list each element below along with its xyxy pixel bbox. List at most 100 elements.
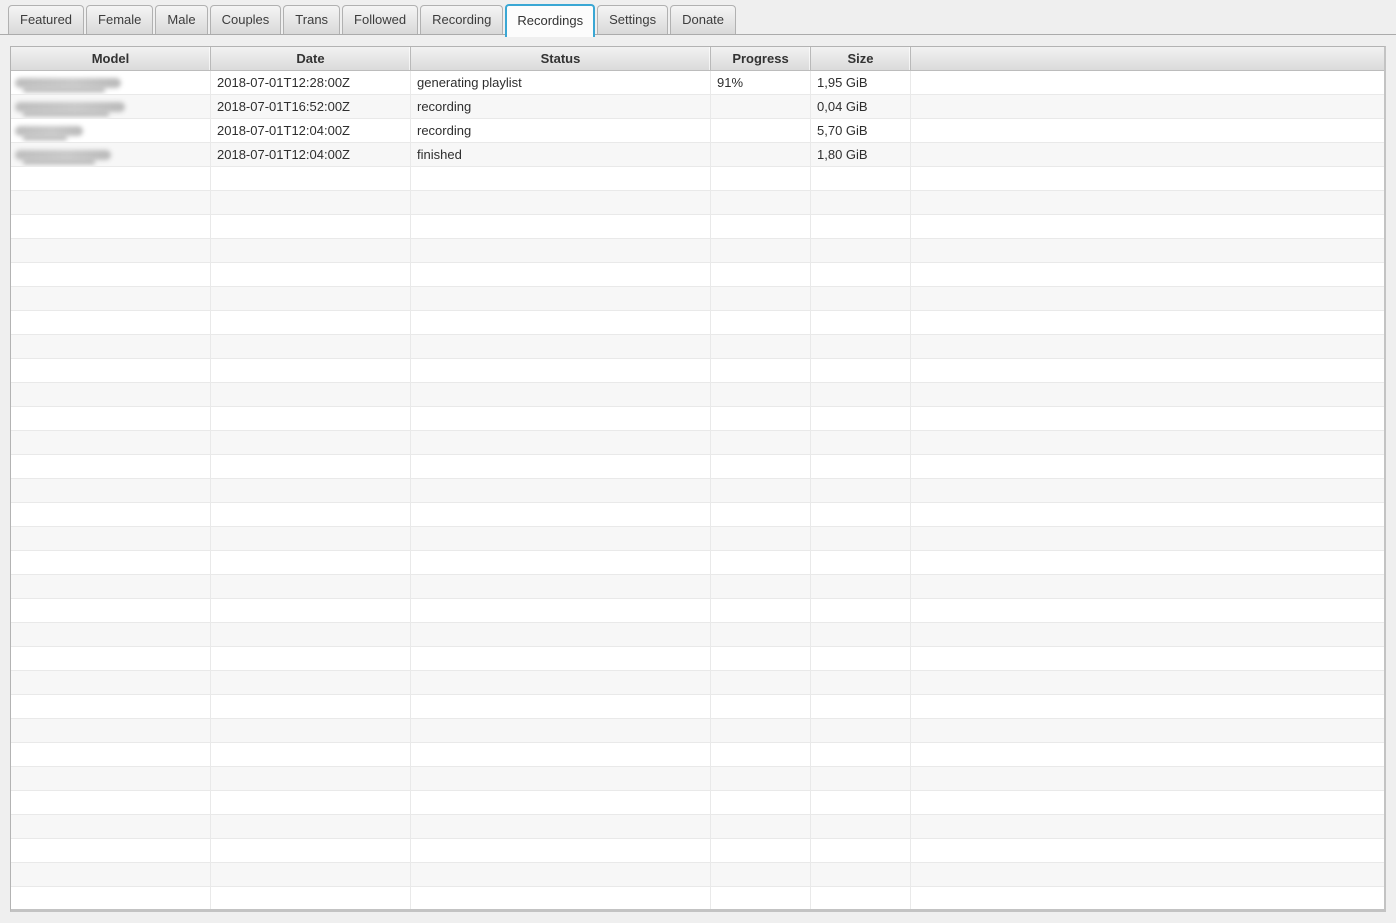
- tab-recording[interactable]: Recording: [420, 5, 503, 34]
- cell-model: [11, 335, 211, 358]
- cell-date: [211, 239, 411, 262]
- cell-model: [11, 863, 211, 886]
- cell-size: [811, 191, 911, 214]
- table-row-empty[interactable]: [11, 215, 1384, 239]
- cell-filler: [911, 695, 1384, 718]
- table-row[interactable]: 2018-07-01T12:04:00Zrecording5,70 GiB: [11, 119, 1384, 143]
- cell-date: [211, 887, 411, 910]
- cell-progress: [711, 479, 811, 502]
- cell-status: [411, 791, 711, 814]
- cell-progress: [711, 383, 811, 406]
- cell-model: [11, 671, 211, 694]
- table-row-empty[interactable]: [11, 815, 1384, 839]
- cell-size: [811, 671, 911, 694]
- cell-status: [411, 815, 711, 838]
- column-header-status[interactable]: Status: [411, 47, 711, 70]
- cell-progress: [711, 743, 811, 766]
- cell-size: [811, 407, 911, 430]
- column-header-model[interactable]: Model: [11, 47, 211, 70]
- table-row-empty[interactable]: [11, 791, 1384, 815]
- table-row-empty[interactable]: [11, 431, 1384, 455]
- cell-date: [211, 263, 411, 286]
- tab-followed[interactable]: Followed: [342, 5, 418, 34]
- cell-progress: [711, 431, 811, 454]
- cell-size: [811, 359, 911, 382]
- redacted-model-name: [15, 126, 83, 136]
- tab-featured[interactable]: Featured: [8, 5, 84, 34]
- table-row-empty[interactable]: [11, 719, 1384, 743]
- table-row-empty[interactable]: [11, 455, 1384, 479]
- redacted-model-name: [15, 150, 111, 160]
- table-row-empty[interactable]: [11, 167, 1384, 191]
- tab-couples[interactable]: Couples: [210, 5, 282, 34]
- cell-progress: [711, 503, 811, 526]
- cell-filler: [911, 431, 1384, 454]
- cell-status: [411, 407, 711, 430]
- tab-male[interactable]: Male: [155, 5, 207, 34]
- cell-model: [11, 815, 211, 838]
- table-row-empty[interactable]: [11, 647, 1384, 671]
- tab-donate[interactable]: Donate: [670, 5, 736, 34]
- cell-size: [811, 503, 911, 526]
- table-row-empty[interactable]: [11, 623, 1384, 647]
- table-row-empty[interactable]: [11, 551, 1384, 575]
- table-row-empty[interactable]: [11, 239, 1384, 263]
- cell-size: 5,70 GiB: [811, 119, 911, 142]
- table-row-empty[interactable]: [11, 311, 1384, 335]
- cell-size: [811, 647, 911, 670]
- tab-settings[interactable]: Settings: [597, 5, 668, 34]
- column-header-size[interactable]: Size: [811, 47, 911, 70]
- cell-size: [811, 287, 911, 310]
- table-row[interactable]: 2018-07-01T12:28:00Zgenerating playlist9…: [11, 71, 1384, 95]
- table-row-empty[interactable]: [11, 263, 1384, 287]
- cell-progress: [711, 551, 811, 574]
- table-row-empty[interactable]: [11, 839, 1384, 863]
- table-row-empty[interactable]: [11, 887, 1384, 911]
- tab-female[interactable]: Female: [86, 5, 153, 34]
- table-row-empty[interactable]: [11, 527, 1384, 551]
- cell-model: [11, 119, 211, 142]
- cell-date: [211, 311, 411, 334]
- cell-progress: [711, 359, 811, 382]
- cell-progress: [711, 407, 811, 430]
- table-row-empty[interactable]: [11, 767, 1384, 791]
- table-row-empty[interactable]: [11, 287, 1384, 311]
- cell-size: [811, 743, 911, 766]
- column-header-progress[interactable]: Progress: [711, 47, 811, 70]
- cell-filler: [911, 311, 1384, 334]
- tab-trans[interactable]: Trans: [283, 5, 340, 34]
- column-header-date[interactable]: Date: [211, 47, 411, 70]
- cell-filler: [911, 887, 1384, 910]
- table-row-empty[interactable]: [11, 671, 1384, 695]
- cell-status: [411, 671, 711, 694]
- redacted-model-name: [15, 102, 125, 112]
- table-row[interactable]: 2018-07-01T16:52:00Zrecording0,04 GiB: [11, 95, 1384, 119]
- cell-model: [11, 887, 211, 910]
- cell-progress: [711, 647, 811, 670]
- cell-size: [811, 623, 911, 646]
- cell-status: [411, 215, 711, 238]
- cell-status: [411, 455, 711, 478]
- tab-recordings[interactable]: Recordings: [505, 4, 595, 37]
- cell-progress: [711, 887, 811, 910]
- cell-status: [411, 383, 711, 406]
- table-row-empty[interactable]: [11, 407, 1384, 431]
- table-row[interactable]: 2018-07-01T12:04:00Zfinished1,80 GiB: [11, 143, 1384, 167]
- table-row-empty[interactable]: [11, 479, 1384, 503]
- table-row-empty[interactable]: [11, 359, 1384, 383]
- table-row-empty[interactable]: [11, 191, 1384, 215]
- cell-status: [411, 527, 711, 550]
- cell-filler: [911, 407, 1384, 430]
- table-row-empty[interactable]: [11, 383, 1384, 407]
- cell-model: [11, 767, 211, 790]
- table-row-empty[interactable]: [11, 335, 1384, 359]
- table-row-empty[interactable]: [11, 695, 1384, 719]
- table-row-empty[interactable]: [11, 503, 1384, 527]
- cell-filler: [911, 359, 1384, 382]
- table-row-empty[interactable]: [11, 863, 1384, 887]
- cell-model: [11, 503, 211, 526]
- table-row-empty[interactable]: [11, 575, 1384, 599]
- table-row-empty[interactable]: [11, 743, 1384, 767]
- cell-status: [411, 263, 711, 286]
- table-row-empty[interactable]: [11, 599, 1384, 623]
